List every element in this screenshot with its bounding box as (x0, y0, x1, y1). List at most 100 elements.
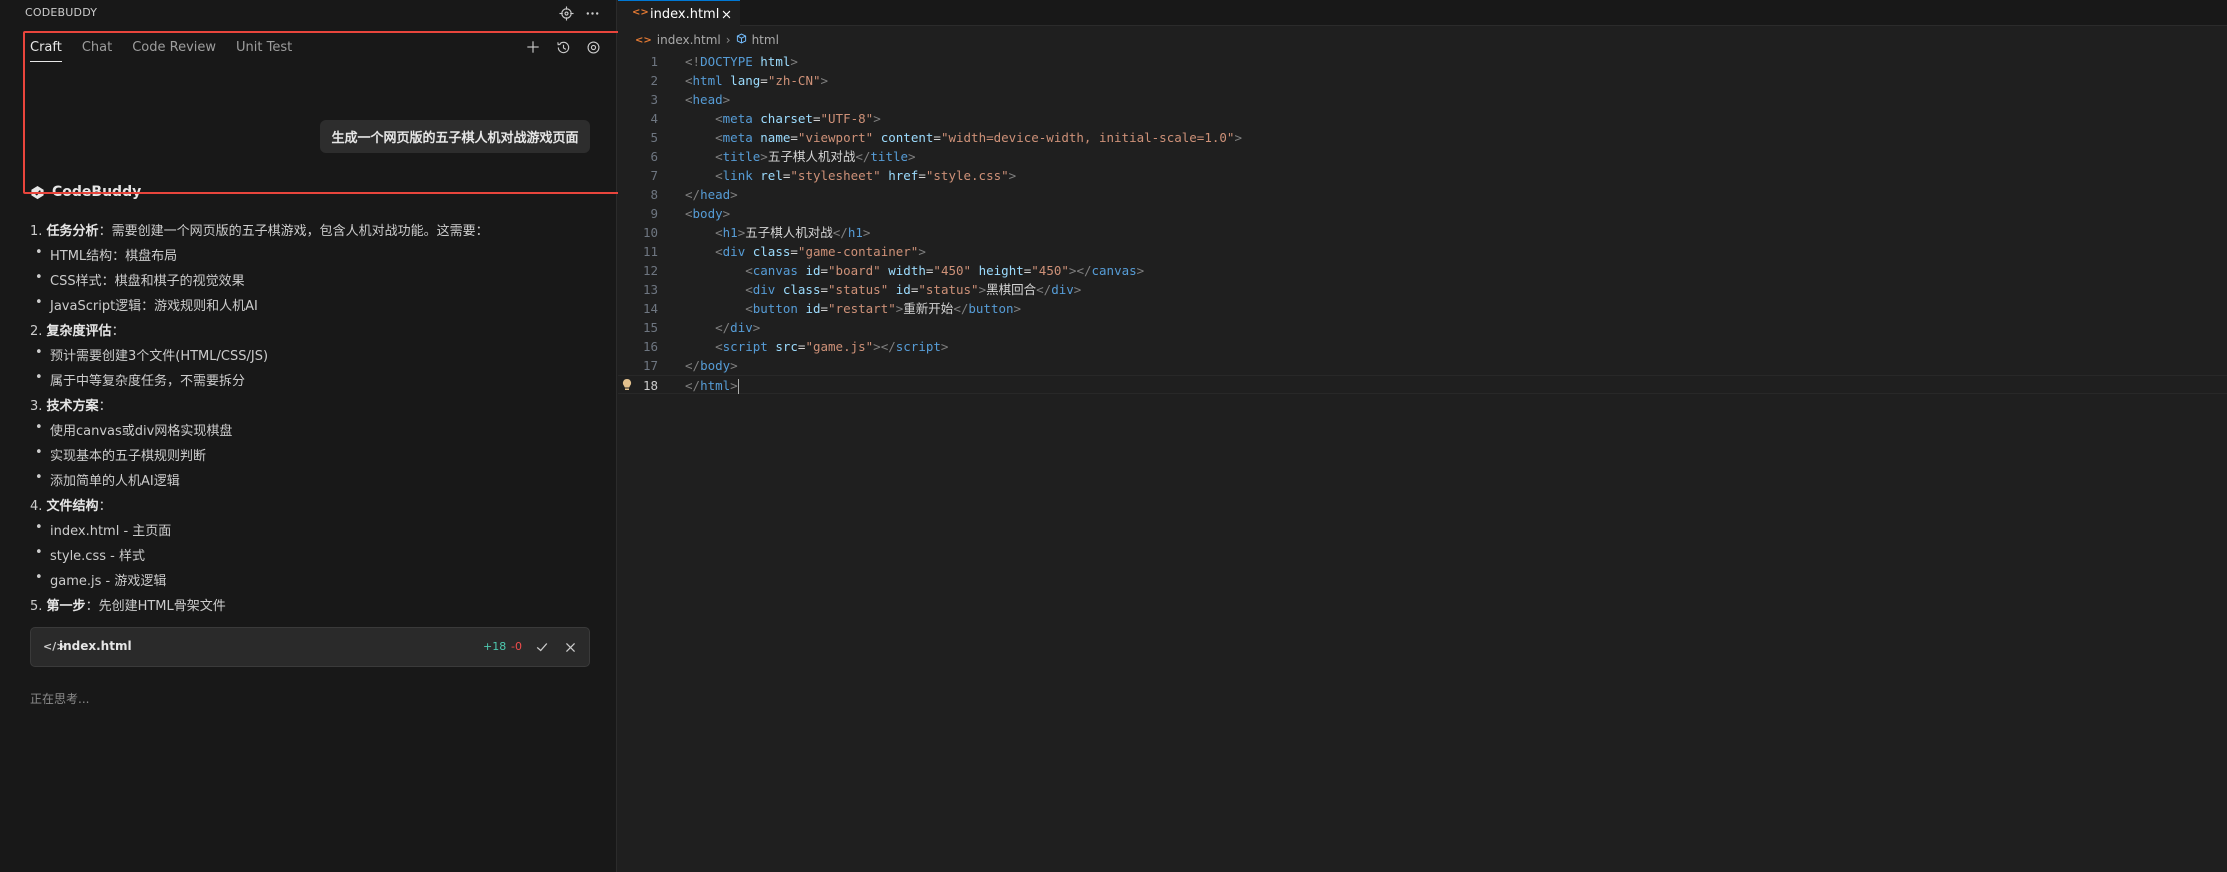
breadcrumb: <> index.html › html (635, 33, 779, 47)
code-line[interactable]: 9 <body> (618, 204, 2227, 223)
line-number: 4 (650, 111, 658, 126)
code-token: </ (1036, 282, 1052, 297)
editor-tab-index-html[interactable]: <> index.html (618, 0, 740, 26)
code-token: > (722, 92, 731, 107)
accept-check-icon[interactable] (532, 637, 552, 657)
line-number: 1 (650, 54, 658, 69)
code-token: > (1008, 168, 1017, 183)
html-file-icon: <> (632, 7, 649, 18)
settings-icon[interactable] (582, 36, 604, 58)
code-line[interactable]: 1 <!DOCTYPE html> (618, 52, 2227, 71)
code-token: < (715, 225, 723, 240)
code-token: html (692, 73, 723, 88)
code-line[interactable]: 18 </html> (618, 375, 2227, 394)
breadcrumb-file[interactable]: index.html (657, 33, 721, 47)
code-token: body (692, 206, 723, 221)
line-source: <meta name="viewport" content="width=dev… (685, 128, 1242, 147)
code-token: < (685, 73, 693, 88)
code-token: id (895, 282, 911, 297)
response-bullet-item: JavaScript逻辑：游戏规则和人机AI (35, 295, 258, 314)
line-source: <script src="game.js"></script> (685, 337, 948, 356)
code-token: 重新开始 (903, 301, 954, 316)
editor-tabbar: <> index.html (618, 0, 2227, 26)
item-text: ： (98, 399, 112, 414)
code-line[interactable]: 17 </body> (618, 356, 2227, 375)
code-line[interactable]: 2 <html lang="zh-CN"> (618, 71, 2227, 90)
code-line[interactable]: 8 </head> (618, 185, 2227, 204)
file-name[interactable]: index.html (59, 639, 132, 653)
plus-icon[interactable] (522, 36, 544, 58)
line-number: 6 (650, 149, 658, 164)
code-token: "board" (828, 263, 881, 278)
tab-craft[interactable]: Craft (30, 38, 62, 62)
code-token: "UTF-8" (820, 111, 874, 126)
code-token: = (820, 301, 829, 316)
code-line[interactable]: 14 <button id="restart">重新开始</button> (618, 299, 2227, 318)
line-source: <div class="game-container"> (685, 242, 926, 261)
tab-unit-test[interactable]: Unit Test (236, 38, 292, 62)
code-token: < (715, 244, 723, 259)
line-source: <link rel="stylesheet" href="style.css"> (685, 166, 1016, 185)
code-token: "restart" (828, 301, 896, 316)
item-heading: 第一步 (46, 599, 86, 614)
line-source: <!DOCTYPE html> (685, 52, 798, 71)
history-icon[interactable] (552, 36, 574, 58)
code-token: > (873, 111, 881, 126)
code-token: href (888, 168, 919, 183)
code-line[interactable]: 7 <link rel="stylesheet" href="style.css… (618, 166, 2227, 185)
code-line[interactable]: 10 <h1>五子棋人机对战</h1> (618, 223, 2227, 242)
file-change-card[interactable]: </> index.html +18 -0 (30, 627, 590, 667)
code-token: </ (685, 358, 701, 373)
breadcrumb-element[interactable]: html (752, 33, 779, 47)
line-number: 9 (650, 206, 658, 221)
item-number: 3. (30, 399, 47, 414)
codebuddy-logo-icon (31, 185, 44, 199)
code-token: = (933, 130, 941, 145)
line-number: 16 (642, 339, 658, 354)
code-line[interactable]: 13 <div class="status" id="status">黑棋回合<… (618, 280, 2227, 299)
target-icon[interactable] (556, 3, 576, 23)
reject-close-icon[interactable] (560, 637, 580, 657)
code-token: meta (722, 130, 753, 145)
thinking-status: 正在思考... (30, 692, 90, 706)
code-token: 五子棋人机对战 (767, 149, 856, 164)
code-line[interactable]: 6 <title>五子棋人机对战</title> (618, 147, 2227, 166)
code-line[interactable]: 5 <meta name="viewport" content="width=d… (618, 128, 2227, 147)
code-line[interactable]: 16 <script src="game.js"></script> (618, 337, 2227, 356)
code-token: </ (832, 225, 848, 240)
code-line[interactable]: 11 <div class="game-container"> (618, 242, 2227, 261)
code-token: div (730, 320, 753, 335)
item-heading: 任务分析 (46, 224, 99, 239)
response-numbered-item: 5. 第一步：先创建HTML骨架文件 (30, 595, 226, 614)
code-token: head (700, 187, 731, 202)
code-token: lang (730, 73, 761, 88)
code-token: src (775, 339, 798, 354)
close-icon[interactable] (718, 6, 734, 22)
more-icon[interactable] (582, 3, 602, 23)
code-token: "450" (1031, 263, 1069, 278)
code-token: button (968, 301, 1014, 316)
line-number: 12 (642, 263, 658, 278)
line-number: 10 (642, 225, 658, 240)
code-line[interactable]: 4 <meta charset="UTF-8"> (618, 109, 2227, 128)
tab-code-review[interactable]: Code Review (132, 38, 216, 62)
code-token: class (782, 282, 821, 297)
line-number: 11 (642, 244, 658, 259)
code-token: > (1013, 301, 1022, 316)
line-number: 7 (650, 168, 658, 183)
tab-chat[interactable]: Chat (82, 38, 112, 62)
code-token: > (1234, 130, 1242, 145)
code-line[interactable]: 3 <head> (618, 90, 2227, 109)
code-line[interactable]: 12 <canvas id="board" width="450" height… (618, 261, 2227, 280)
code-line[interactable]: 15 </div> (618, 318, 2227, 337)
